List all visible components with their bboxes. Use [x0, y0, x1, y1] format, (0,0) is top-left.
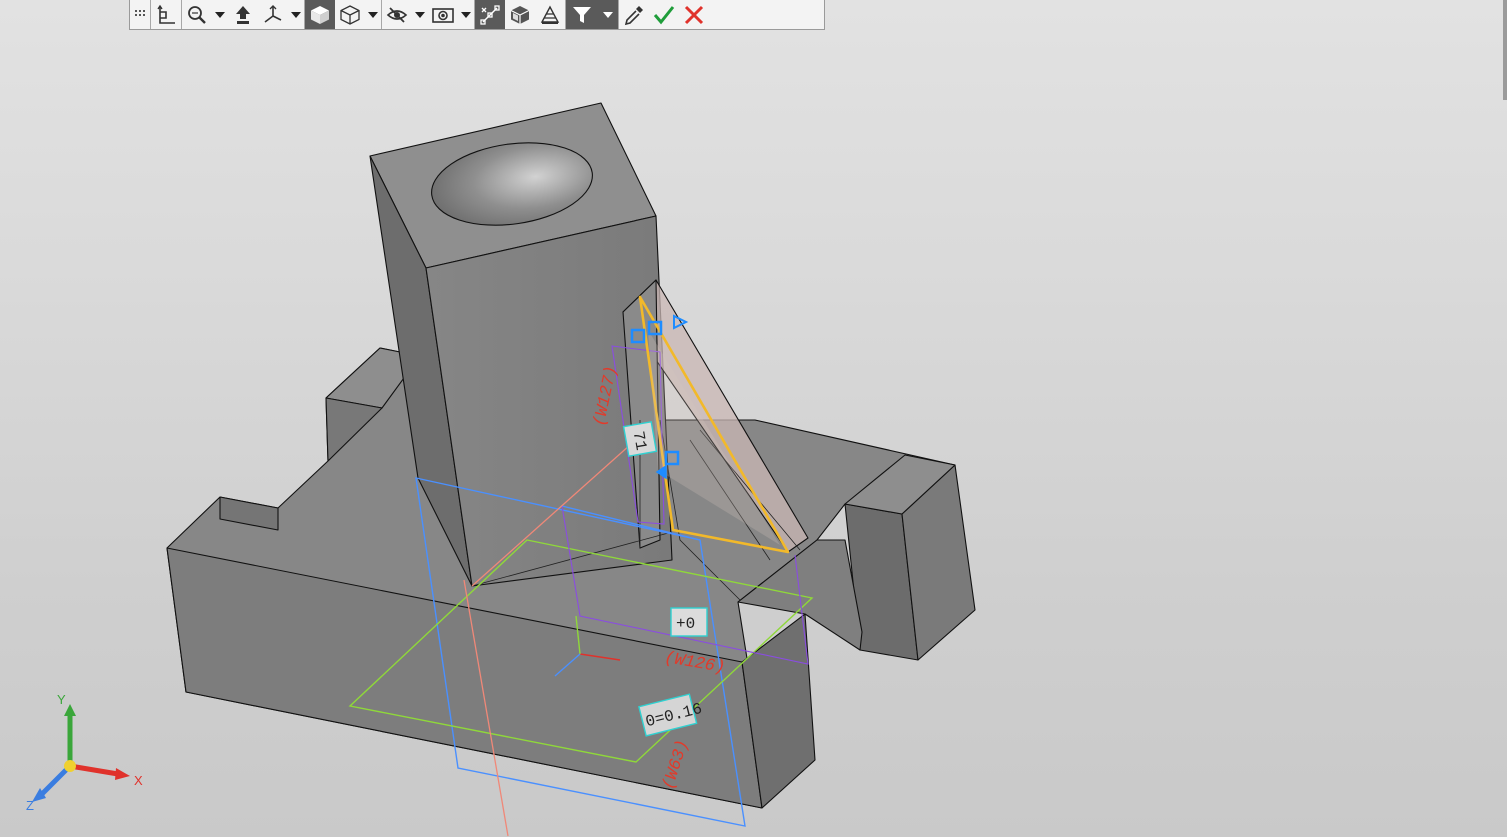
svg-text:+0: +0	[676, 615, 695, 633]
dimension-tag-t2[interactable]: +0	[670, 607, 708, 637]
model-viewport[interactable]: 71 +0 0=0.16 (W127) (W126) (W63) Y X Z	[0, 0, 1507, 837]
part-body[interactable]	[166, 102, 976, 809]
axis-triad: Y X Z	[26, 692, 143, 813]
axis-z-label: Z	[26, 798, 34, 813]
dimension-tag-t1[interactable]: 71	[622, 420, 658, 458]
axis-y-label: Y	[57, 692, 66, 707]
axis-x-label: X	[134, 773, 143, 788]
svg-text:71: 71	[629, 430, 650, 452]
